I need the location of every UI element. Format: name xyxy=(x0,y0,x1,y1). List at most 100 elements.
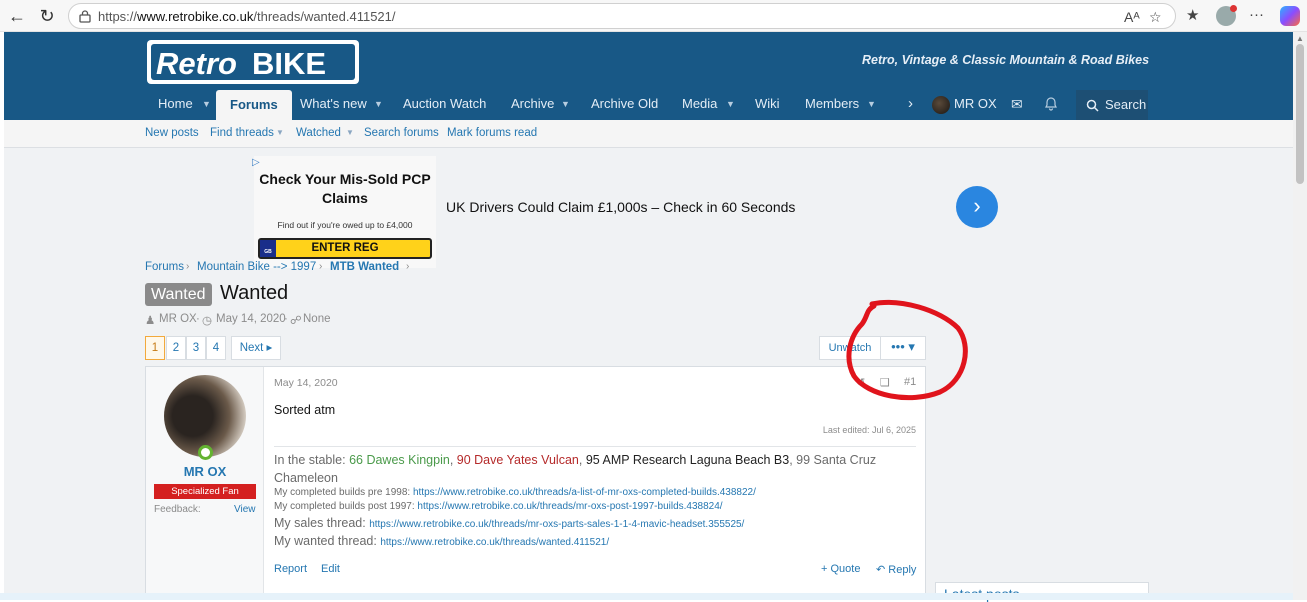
chevron-right-icon[interactable]: › xyxy=(908,88,913,120)
feedback-view-link[interactable]: View xyxy=(234,504,256,515)
copilot-icon[interactable] xyxy=(1280,6,1300,26)
nav-whats-new[interactable]: What's new xyxy=(300,88,367,120)
ad-subtitle: Find out if you're owed up to £4,000 xyxy=(277,220,413,230)
thread-author[interactable]: MR OX xyxy=(159,313,197,325)
back-icon[interactable]: ← xyxy=(6,5,28,27)
signature-divider xyxy=(274,446,916,447)
thread-date[interactable]: May 14, 2020 xyxy=(216,313,286,325)
user-icon: ♟ xyxy=(145,315,156,327)
page-4[interactable]: 4 xyxy=(206,336,226,360)
crumb-mtb-wanted[interactable]: MTB Wanted xyxy=(330,261,399,273)
nav-archive-old[interactable]: Archive Old xyxy=(591,88,658,120)
more-options-button[interactable]: ••• ▾ xyxy=(880,336,926,360)
last-edited: Last edited: Jul 6, 2025 xyxy=(822,425,916,435)
chevron-down-icon[interactable]: ▼ xyxy=(374,88,383,120)
ad-choices-icon[interactable]: ▷ xyxy=(252,157,260,168)
post-date[interactable]: May 14, 2020 xyxy=(274,377,338,389)
chevron-down-icon[interactable]: ▼ xyxy=(276,128,284,137)
share-icon[interactable]: ↺ xyxy=(856,376,865,389)
chevron-down-icon[interactable]: ▼ xyxy=(867,88,876,120)
ad-title[interactable]: Check Your Mis-Sold PCP Claims xyxy=(254,170,436,208)
nav-user[interactable]: MR OX xyxy=(954,88,997,120)
user-title-badge: Specialized Fan xyxy=(154,484,256,499)
signature-link[interactable]: https://www.retrobike.co.uk/threads/want… xyxy=(380,537,609,548)
page-scrollbar[interactable]: ▲ xyxy=(1293,32,1307,600)
ad-headline[interactable]: UK Drivers Could Claim £1,000s – Check i… xyxy=(446,199,795,215)
main-nav: Home ▼ Forums What's new ▼ Auction Watch… xyxy=(4,88,1293,120)
crumb-mountain-bike[interactable]: Mountain Bike --> 1997 xyxy=(197,261,316,273)
subnav-new-posts[interactable]: New posts xyxy=(145,127,199,139)
site-header: Retro BIKE Retro, Vintage & Classic Moun… xyxy=(4,32,1293,120)
address-bar[interactable]: https://www.retrobike.co.uk/threads/want… xyxy=(68,3,1176,29)
next-page-button[interactable]: Next ▸ xyxy=(231,336,281,360)
retrobike-logo[interactable]: Retro BIKE xyxy=(146,38,360,86)
chevron-down-icon[interactable]: ▼ xyxy=(346,128,354,137)
ad-arrow-button[interactable]: › xyxy=(956,186,998,228)
site-tagline: Retro, Vintage & Classic Mountain & Road… xyxy=(862,53,1150,67)
user-avatar[interactable] xyxy=(932,96,950,114)
ad-banner[interactable]: Check Your Mis-Sold PCP Claims Find out … xyxy=(254,156,436,268)
chevron-right-icon: › xyxy=(406,261,410,272)
clock-icon: ◷ xyxy=(202,315,213,327)
online-status-icon xyxy=(198,445,213,460)
search-button[interactable]: Search xyxy=(1076,90,1148,120)
url-text[interactable]: https://www.retrobike.co.uk/threads/want… xyxy=(98,9,396,24)
subnav-watched[interactable]: Watched xyxy=(296,127,341,139)
profile-icon[interactable] xyxy=(1216,5,1237,26)
unwatch-button[interactable]: Unwatch xyxy=(819,336,881,360)
nav-members[interactable]: Members xyxy=(805,88,859,120)
envelope-icon[interactable]: ✉ xyxy=(1011,88,1023,120)
favorite-star-icon[interactable]: ☆ xyxy=(1149,9,1162,26)
refresh-icon[interactable]: ↻ xyxy=(36,5,58,27)
chevron-down-icon[interactable]: ▼ xyxy=(726,88,735,120)
lock-icon[interactable] xyxy=(78,9,92,23)
read-aloud-icon[interactable]: Aᴬ xyxy=(1124,9,1140,25)
signature-link[interactable]: https://www.retrobike.co.uk/threads/a-li… xyxy=(413,487,756,498)
feedback-label: Feedback: xyxy=(154,504,201,515)
page-2[interactable]: 2 xyxy=(166,336,186,360)
svg-text:Retro: Retro xyxy=(156,46,237,81)
scrollbar-thumb[interactable] xyxy=(1296,44,1304,184)
page-1[interactable]: 1 xyxy=(145,336,165,360)
subnav-find-threads[interactable]: Find threads xyxy=(210,127,274,139)
nav-archive[interactable]: Archive xyxy=(511,88,554,120)
thread-tags: None xyxy=(303,313,331,325)
nav-auction-watch[interactable]: Auction Watch xyxy=(403,88,486,120)
post-user-pane: MR OX Specialized Fan Feedback: View xyxy=(146,367,264,599)
ad-enter-reg-button[interactable]: GB ENTER REG xyxy=(258,238,432,259)
sub-nav: New posts Find threads ▼ Watched ▼ Searc… xyxy=(4,120,1293,148)
nav-home[interactable]: Home xyxy=(158,88,193,120)
post-username[interactable]: MR OX xyxy=(146,464,264,479)
page-title: Wanted xyxy=(220,282,289,304)
uk-flag-icon: GB xyxy=(260,240,276,257)
nav-wiki[interactable]: Wiki xyxy=(755,88,780,120)
signature-row: My wanted thread: https://www.retrobike.… xyxy=(274,534,610,548)
reply-button[interactable]: ↶ Reply xyxy=(876,563,916,576)
subnav-search-forums[interactable]: Search forums xyxy=(364,127,439,139)
more-icon[interactable]: ··· xyxy=(1249,6,1264,23)
post: MR OX Specialized Fan Feedback: View May… xyxy=(145,366,926,600)
browser-toolbar: ← ↻ https://www.retrobike.co.uk/threads/… xyxy=(0,0,1307,32)
bottom-strip xyxy=(0,593,1293,600)
favorites-icon[interactable]: ★ xyxy=(1186,6,1199,24)
nav-forums[interactable]: Forums xyxy=(216,90,292,120)
signature-link[interactable]: https://www.retrobike.co.uk/threads/mr-o… xyxy=(417,501,722,512)
page-3[interactable]: 3 xyxy=(186,336,206,360)
quote-button[interactable]: + Quote xyxy=(821,563,860,575)
signature-stable: In the stable: 66 Dawes Kingpin, 90 Dave… xyxy=(274,453,877,485)
bookmark-icon[interactable]: ❑ xyxy=(880,376,890,389)
crumb-forums[interactable]: Forums xyxy=(145,261,184,273)
post-number[interactable]: #1 xyxy=(904,376,916,388)
signature-row: My completed builds pre 1998: https://ww… xyxy=(274,487,756,498)
thread-prefix[interactable]: Wanted xyxy=(145,283,212,306)
edit-link[interactable]: Edit xyxy=(321,563,340,575)
chevron-down-icon[interactable]: ▼ xyxy=(202,88,211,120)
subnav-mark-read[interactable]: Mark forums read xyxy=(447,127,537,139)
report-link[interactable]: Report xyxy=(274,563,307,575)
nav-media[interactable]: Media xyxy=(682,88,717,120)
chevron-down-icon[interactable]: ▼ xyxy=(561,88,570,120)
tag-icon: ☍ xyxy=(290,315,302,327)
signature-link[interactable]: https://www.retrobike.co.uk/threads/mr-o… xyxy=(369,519,744,530)
web-page: Retro BIKE Retro, Vintage & Classic Moun… xyxy=(4,32,1293,602)
bell-icon[interactable] xyxy=(1045,97,1057,111)
